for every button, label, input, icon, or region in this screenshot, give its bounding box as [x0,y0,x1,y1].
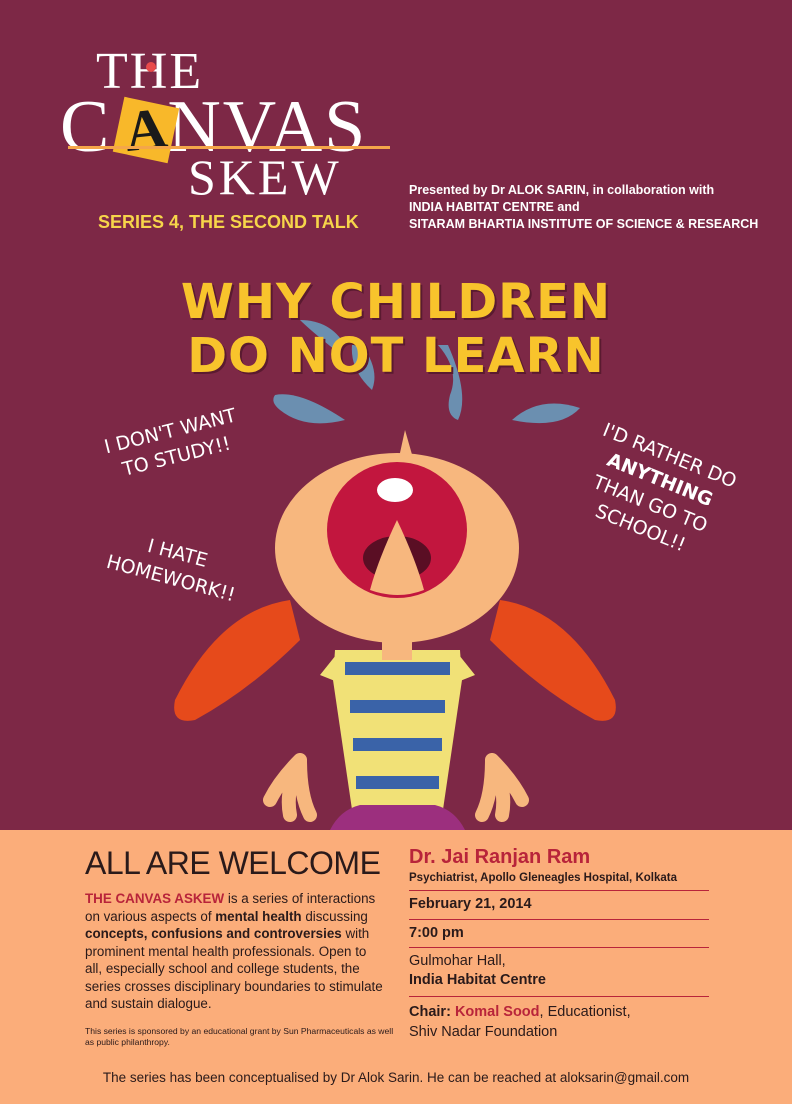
shirt-stripe [350,700,445,713]
venue-centre: India Habitat Centre [409,972,546,988]
hair-left [174,600,300,721]
description-bold: mental health [215,908,302,924]
description-text: discussing [301,908,368,924]
series-label: SERIES 4, THE SECOND TALK [98,212,359,232]
event-time: 7:00 pm [409,925,464,941]
venue-hall: Gulmohar Hall, [409,953,506,969]
poster-top-panel: THE CNVAS A SKEW SERIES 4, THE SECOND TA… [0,0,792,830]
chair-title: , Educationist, [539,1004,631,1020]
sponsor-note: This series is sponsored by an education… [85,1026,394,1047]
description-bold: concepts, confusions and controversies [85,926,342,941]
canvas-askew-logo: THE CNVAS A SKEW [60,40,400,210]
logo-a-square: A [112,94,180,165]
headline-line: WHY CHILDREN [180,274,612,330]
tooth [377,478,413,502]
shirt-stripe [345,662,450,675]
shirt-stripe [353,738,442,751]
logo-skew: SKEW [188,149,342,205]
logo-dot-icon [146,62,156,72]
hair-right [490,600,616,721]
speaker-name: Dr. Jai Ranjan Ram [409,846,591,868]
chair-info: Chair: Komal Sood, Educationist, Shiv Na… [409,1002,631,1042]
divider [409,890,709,891]
headline: WHY CHILDREN DO NOT LEARN [0,275,792,383]
divider [409,919,709,920]
presented-line: INDIA HABITAT CENTRE and [409,200,580,214]
divider [409,996,709,997]
logo-a-letter: A [121,94,171,165]
speaker-role: Psychiatrist, Apollo Gleneagles Hospital… [409,872,677,884]
hand-left [263,753,317,822]
headline-line: DO NOT LEARN [187,328,605,384]
description-series-name: THE CANVAS ASKEW [85,891,225,906]
tear-drop [512,403,580,424]
presented-line: SITARAM BHARTIA INSTITUTE OF SCIENCE & R… [409,217,759,231]
chair-organisation: Shiv Nadar Foundation [409,1024,558,1040]
welcome-heading: ALL ARE WELCOME [85,845,381,881]
presented-line: Presented by Dr ALOK SARIN, in collabora… [409,183,715,197]
chair-name: Komal Sood [454,1004,540,1020]
shirt-stripe [356,776,439,789]
skirt [330,805,465,830]
divider [409,947,709,948]
chair-label: Chair: [409,1004,451,1020]
tear-drop [273,394,345,424]
presented-by: Presented by Dr ALOK SARIN, in collabora… [409,182,758,233]
footer-contact: The series has been conceptualised by Dr… [102,1070,690,1085]
event-date: February 21, 2014 [409,896,532,912]
series-description: THE CANVAS ASKEW is a series of interact… [85,890,385,1013]
logo-c: C [60,86,112,168]
hand-right [475,753,529,822]
